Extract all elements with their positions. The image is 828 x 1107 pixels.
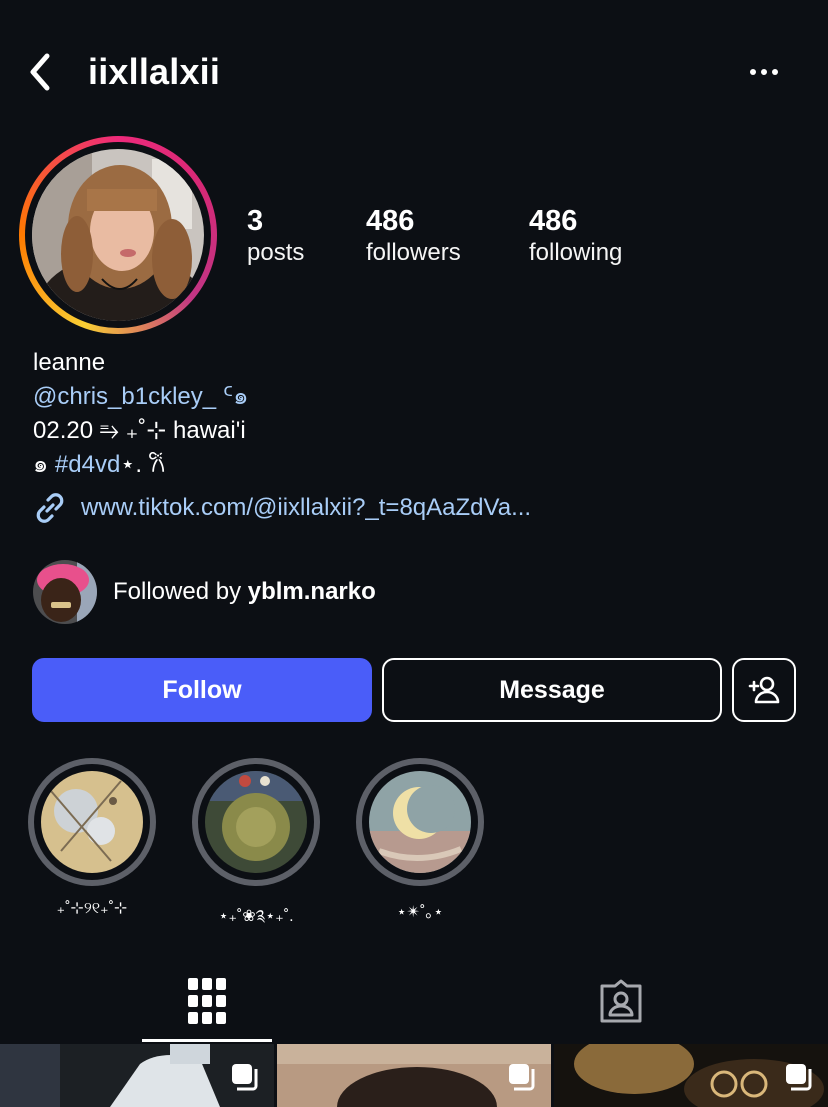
post-thumbnail[interactable] xyxy=(0,1044,274,1107)
highlight-cover xyxy=(205,771,307,873)
story-highlight[interactable]: ₊˚⊹୨୧₊˚⊹ xyxy=(28,758,156,918)
followed-by[interactable]: Followed by yblm.narko xyxy=(33,560,376,624)
chevron-left-icon xyxy=(30,53,50,91)
story-ring[interactable] xyxy=(19,136,217,334)
profile-tabs xyxy=(0,960,828,1042)
profile-bio: leanne @chris_b1ckley_ ᑦ๑ 02.20 ⥱ ₊˚⊹ ha… xyxy=(33,346,248,482)
bio-mention-suffix: ᑦ๑ xyxy=(216,383,249,410)
following-count[interactable]: 486 following xyxy=(529,204,622,268)
highlight-cover xyxy=(369,771,471,873)
posts-count: 3 posts xyxy=(247,204,304,268)
tab-tagged[interactable] xyxy=(556,960,686,1042)
bio-hashtag-link[interactable]: #d4vd xyxy=(55,451,120,478)
bio-url-text: www.tiktok.com/@iixllalxii?_t=8qAaZdVa..… xyxy=(81,494,532,521)
followed-by-user: yblm.narko xyxy=(247,578,376,605)
bio-line-suffix: ⋆. 𐙚 xyxy=(120,451,166,478)
following-count-label: following xyxy=(529,239,623,266)
followers-count-label: followers xyxy=(366,239,461,266)
post-thumbnail[interactable] xyxy=(554,1044,828,1107)
bio-line: 02.20 ⥱ ₊˚⊹ hawai'i xyxy=(33,417,246,444)
link-icon xyxy=(36,493,64,523)
followers-count[interactable]: 486 followers xyxy=(366,204,461,268)
multiple-photos-icon xyxy=(509,1064,535,1091)
suggested-users-button[interactable] xyxy=(732,658,796,722)
display-name: leanne xyxy=(33,349,106,376)
multiple-photos-icon xyxy=(786,1064,812,1091)
bio-external-link[interactable]: www.tiktok.com/@iixllalxii?_t=8qAaZdVa..… xyxy=(33,490,531,526)
bio-mention-link[interactable]: @chris_b1ckley_ xyxy=(33,383,216,410)
story-highlight[interactable]: ⋆₊˚❀༉⋆₊˚. xyxy=(192,758,320,943)
highlight-label: ⋆₊˚❀༉⋆₊˚. xyxy=(218,908,294,925)
tab-posts[interactable] xyxy=(142,960,272,1042)
multiple-photos-icon xyxy=(232,1064,258,1091)
follow-button[interactable]: Follow xyxy=(32,658,372,722)
bio-line-prefix: ๑ xyxy=(33,451,55,478)
posts-count-value: 3 xyxy=(247,205,264,237)
profile-avatar xyxy=(32,149,204,321)
grid-icon xyxy=(188,978,226,1024)
followers-count-value: 486 xyxy=(366,205,415,237)
back-button[interactable] xyxy=(20,52,60,92)
story-highlight[interactable]: ⋆✴︎˚｡⋆ xyxy=(356,758,484,922)
highlight-cover xyxy=(41,771,143,873)
more-horizontal-icon xyxy=(750,69,756,75)
posts-count-label: posts xyxy=(247,239,305,266)
highlight-label: ⋆✴︎˚｡⋆ xyxy=(396,904,444,921)
mutual-follower-avatar xyxy=(33,560,97,624)
post-thumbnail[interactable] xyxy=(277,1044,551,1107)
highlight-label: ₊˚⊹୨୧₊˚⊹ xyxy=(56,900,128,917)
followed-by-prefix: Followed by xyxy=(113,578,248,605)
add-user-icon xyxy=(748,676,780,704)
profile-header: iixllalxii xyxy=(0,40,828,104)
message-button[interactable]: Message xyxy=(382,658,722,722)
tagged-person-icon xyxy=(600,979,642,1023)
page-title: iixllalxii xyxy=(88,51,221,92)
following-count-value: 486 xyxy=(529,205,578,237)
profile-screen: iixllalxii 3 posts 486 followers 486 fol… xyxy=(0,0,828,1107)
more-options-button[interactable] xyxy=(740,56,788,88)
